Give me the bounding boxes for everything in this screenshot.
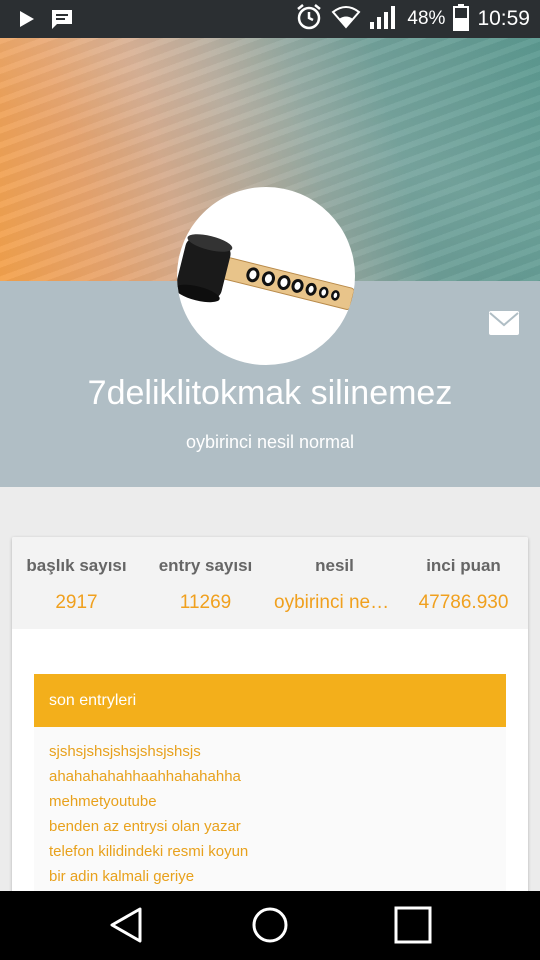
entry-link[interactable]: telefon kilidindeki resmi koyun: [49, 839, 491, 864]
entry-link[interactable]: sjshsjshsjshsjshsjshsjs: [49, 739, 491, 764]
home-icon[interactable]: [250, 905, 290, 945]
stat-value: oybirinci nesil normal: [274, 592, 399, 613]
entry-link[interactable]: ahahahahahhaahhahahahha: [49, 764, 491, 789]
alarm-icon: [295, 3, 323, 36]
navigation-bar: [0, 891, 540, 960]
stat-value: 47786.930: [418, 592, 509, 613]
stat-entry-count: entry sayısı 11269: [141, 537, 270, 629]
battery-percent: 48%: [407, 8, 446, 29]
wifi-icon: [331, 5, 361, 34]
recents-icon[interactable]: [393, 905, 433, 945]
recent-entries-header: son entryleri: [34, 674, 506, 727]
stat-label: inci puan: [426, 556, 501, 575]
stat-topic-count: başlık sayısı 2917: [12, 537, 141, 629]
stat-label: başlık sayısı: [26, 556, 127, 575]
stat-value: 2917: [55, 592, 98, 613]
stats-row: başlık sayısı 2917 entry sayısı 11269 ne…: [12, 537, 528, 629]
mail-icon[interactable]: [488, 310, 520, 336]
battery-icon: [453, 3, 470, 36]
generation-label: oybirinci nesil normal: [185, 432, 355, 452]
recent-entries: son entryleri sjshsjshsjshsjshsjshsjs ah…: [34, 674, 506, 897]
stat-pearl-points: inci puan 47786.930: [399, 537, 528, 629]
entry-link[interactable]: bir adin kalmali geriye: [49, 864, 491, 889]
status-bar: 48% 10:59: [0, 0, 540, 38]
profile-card: başlık sayısı 2917 entry sayısı 11269 ne…: [12, 537, 528, 897]
stat-label: entry sayısı: [158, 556, 253, 575]
signal-icon: [369, 4, 399, 35]
entry-link[interactable]: mehmetyoutube: [49, 789, 491, 814]
mallet-icon: [177, 234, 355, 311]
clock: 10:59: [477, 7, 530, 30]
avatar[interactable]: [177, 187, 355, 365]
play-icon: [18, 9, 36, 34]
stat-generation: nesil oybirinci nesil normal: [270, 537, 399, 629]
entry-link[interactable]: benden az entrysi olan yazar: [49, 814, 491, 839]
message-icon: [50, 8, 74, 35]
stat-value: 11269: [179, 592, 232, 613]
back-icon[interactable]: [106, 905, 146, 945]
recent-entries-list: sjshsjshsjshsjshsjshsjs ahahahahahhaahha…: [34, 727, 506, 897]
username: 7deliklitokmak silinemez: [87, 374, 453, 412]
stat-label: nesil: [315, 556, 354, 575]
